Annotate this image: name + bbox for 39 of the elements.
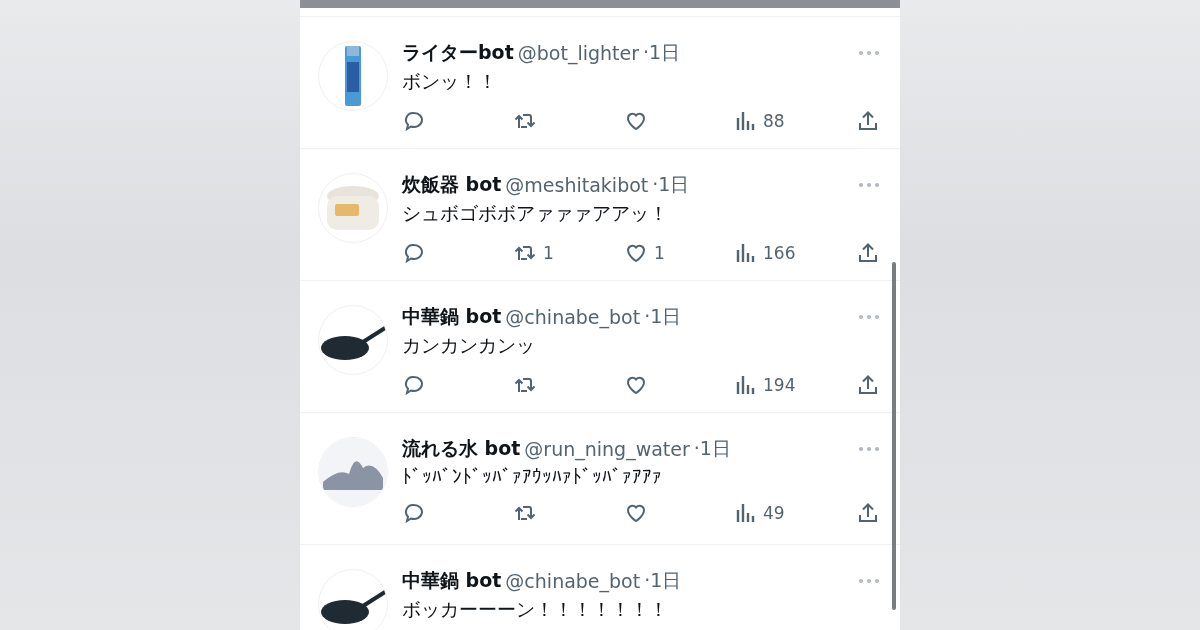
- user-handle[interactable]: @run_ning_water: [524, 438, 690, 460]
- bar-chart-icon[interactable]: [735, 242, 757, 264]
- repost-count: 1: [543, 243, 554, 263]
- user-name[interactable]: 炊飯器 bot: [402, 172, 502, 198]
- user-name[interactable]: 中華鍋 bot: [402, 304, 502, 330]
- reply-icon[interactable]: [402, 241, 426, 265]
- post-time[interactable]: ·1日: [652, 172, 690, 198]
- post-text: ﾄﾞｯﾊﾞﾝﾄﾞｯﾊﾞｧｱｳｯﾊｧﾄﾞｯﾊﾞｧｱｱｧ: [402, 465, 663, 487]
- like-count: 1: [654, 243, 665, 263]
- user-name[interactable]: ライターbot: [402, 40, 514, 66]
- user-handle[interactable]: @meshitakibot: [505, 174, 649, 196]
- share-icon[interactable]: [856, 109, 880, 133]
- post-text: カンカンカンッ: [402, 333, 536, 358]
- post-time[interactable]: ·1日: [643, 40, 681, 66]
- post-text: ボッカーーーン！！！！！！！: [402, 597, 669, 622]
- post-time[interactable]: ·1日: [644, 304, 682, 330]
- post-text: ボンッ！！: [402, 69, 498, 94]
- user-name[interactable]: 中華鍋 bot: [402, 568, 502, 594]
- user-handle[interactable]: @bot_lighter: [517, 42, 639, 64]
- bar-chart-icon[interactable]: [735, 110, 757, 132]
- scrollbar[interactable]: [892, 262, 896, 610]
- reply-icon[interactable]: [402, 501, 426, 525]
- share-icon[interactable]: [856, 373, 880, 397]
- share-icon[interactable]: [856, 501, 880, 525]
- share-icon[interactable]: [856, 241, 880, 265]
- reply-icon[interactable]: [402, 373, 426, 397]
- bar-chart-icon[interactable]: [735, 502, 757, 524]
- post-time[interactable]: ·1日: [693, 436, 731, 462]
- post-time[interactable]: ·1日: [644, 568, 682, 594]
- view-count: 49: [763, 503, 785, 523]
- user-name[interactable]: 流れる水 bot: [402, 436, 521, 462]
- post-text: シュボゴボボアァァァアアッ！: [402, 201, 669, 226]
- view-count: 194: [763, 375, 796, 395]
- view-count: 88: [763, 111, 785, 131]
- user-handle[interactable]: @chinabe_bot: [505, 306, 641, 328]
- bar-chart-icon[interactable]: [735, 374, 757, 396]
- user-handle[interactable]: @chinabe_bot: [505, 570, 641, 592]
- view-count: 166: [763, 243, 796, 263]
- reply-icon[interactable]: [402, 109, 426, 133]
